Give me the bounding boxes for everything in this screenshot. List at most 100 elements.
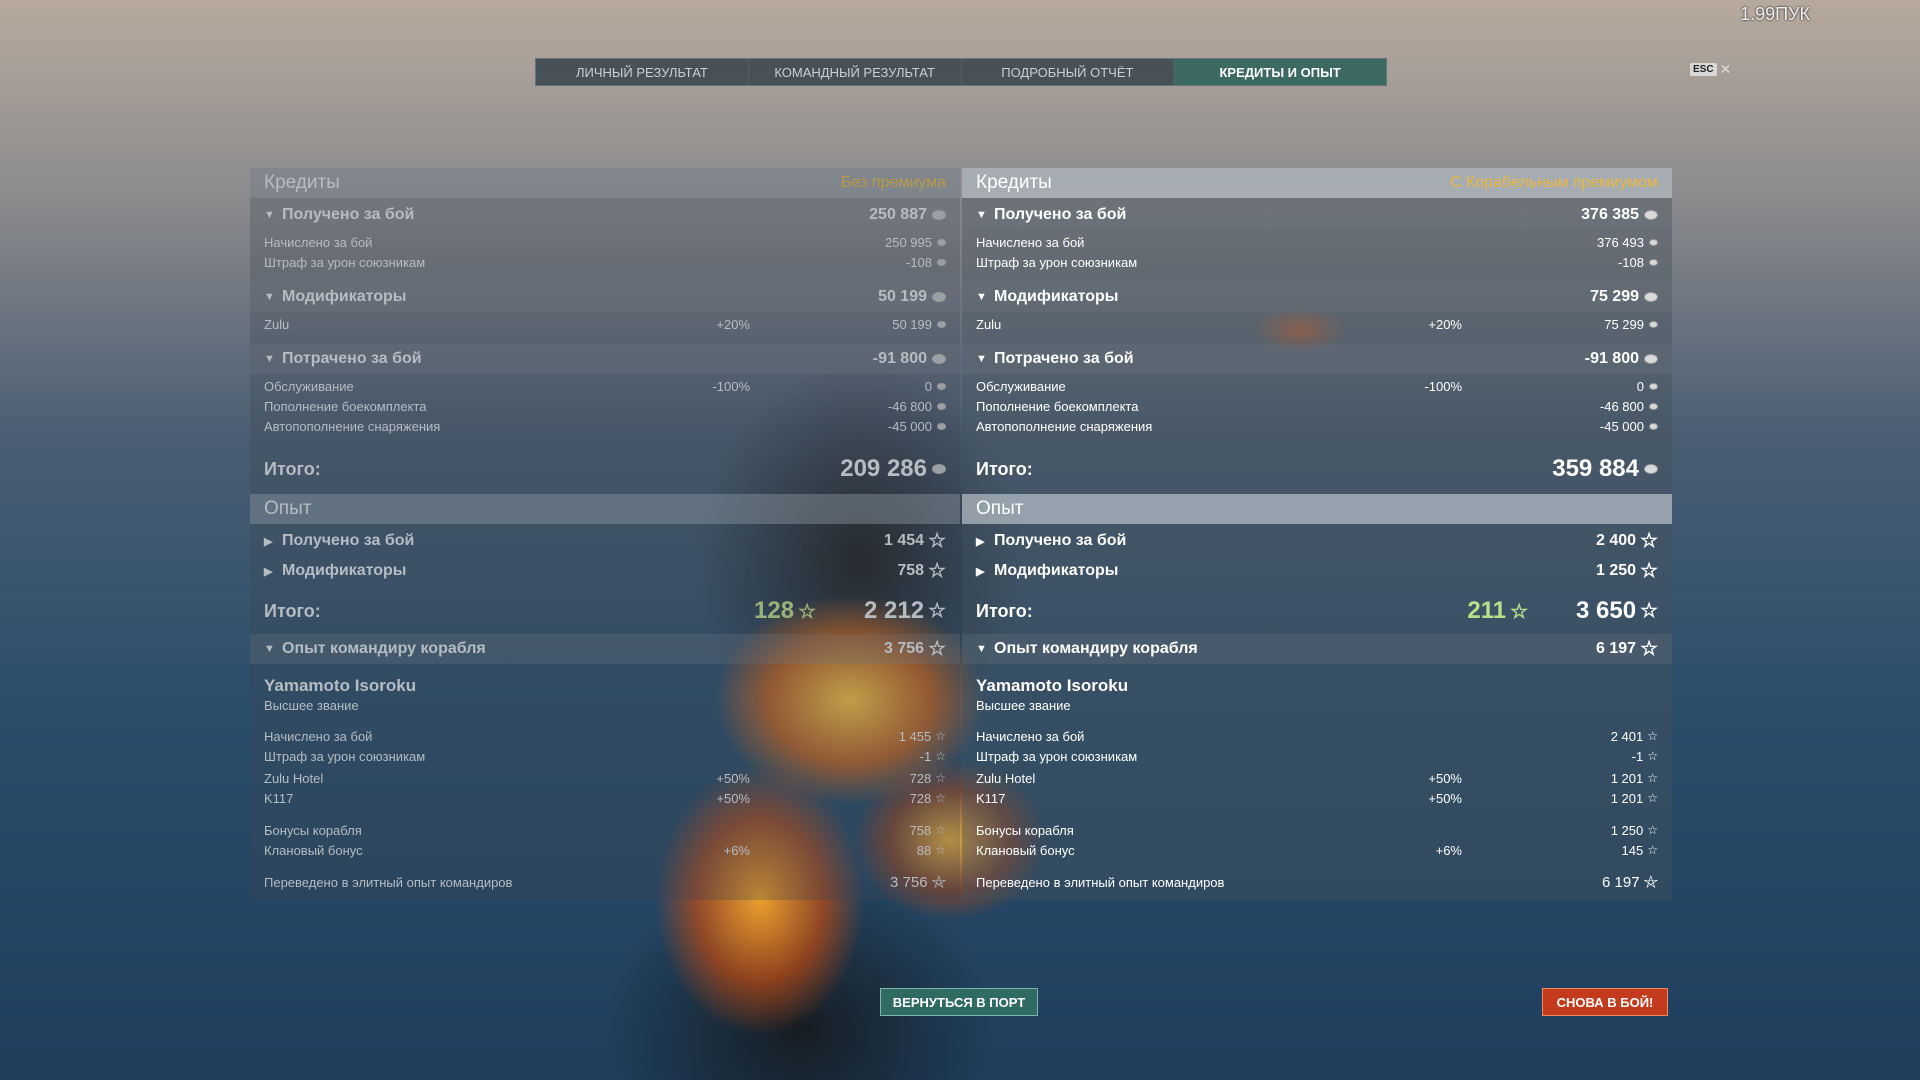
clan-bonus-percent: +6% xyxy=(1435,842,1462,858)
star-icon: ☆ xyxy=(1647,749,1658,763)
k117-percent: +50% xyxy=(716,790,750,806)
service-value: 0 xyxy=(1636,378,1644,394)
k117-label: K117 xyxy=(976,790,1006,806)
fps-counter: 1.99ПУК xyxy=(1740,4,1810,24)
exp-earned-group[interactable]: ▶ Получено за бой 1 454 ☆ xyxy=(250,526,960,556)
ship-bonus-row: Бонусы корабля 758 ☆ xyxy=(250,820,960,840)
credits-header: Кредиты С Корабельным премиумом xyxy=(962,168,1672,198)
exp-total-value: 3 650 xyxy=(1576,597,1637,624)
commander-exp-group[interactable]: ▼ Опыт командиру корабля 3 756 ☆ xyxy=(250,634,960,664)
service-value: 0 xyxy=(924,378,932,394)
zulu-label: Zulu xyxy=(976,316,1002,332)
tab-team-result[interactable]: КОМАНДНЫЙ РЕЗУЛЬТАТ xyxy=(749,59,962,85)
service-label: Обслуживание xyxy=(976,378,1066,394)
exp-total-row: Итого: 211 ☆ 3 650 ☆ xyxy=(962,588,1672,634)
k117-percent: +50% xyxy=(1428,790,1462,806)
k117-label: K117 xyxy=(264,790,294,806)
cmd-accrued-label: Начислено за бой xyxy=(264,728,373,744)
zulu-hotel-row: Zulu Hotel +50% 728 ☆ xyxy=(250,768,960,788)
commander-rank: Высшее звание xyxy=(976,698,1071,713)
tab-detailed-report[interactable]: ПОДРОБНЫЙ ОТЧЁТ xyxy=(962,59,1175,85)
modifiers-group[interactable]: ▼ Модификаторы 50 199 xyxy=(250,282,960,312)
elite-exp-value: 6 197 xyxy=(1602,873,1640,891)
zulu-row: Zulu +20% 50 199 xyxy=(250,314,960,334)
k117-value: 728 xyxy=(909,790,932,806)
clan-bonus-label: Клановый бонус xyxy=(264,842,363,858)
spent-group[interactable]: ▼ Потрачено за бой -91 800 xyxy=(962,344,1672,374)
credit-coin-icon xyxy=(932,292,946,302)
exp-modifiers-group[interactable]: ▶ Модификаторы 758 ☆ xyxy=(250,556,960,586)
battle-again-button[interactable]: СНОВА В БОЙ! xyxy=(1542,988,1668,1016)
collapse-triangle-icon: ▼ xyxy=(976,291,987,303)
cmd-accrued-row: Начислено за бой 2 401 ☆ xyxy=(962,726,1672,746)
ammo-row: Пополнение боекомплекта -46 800 xyxy=(250,396,960,416)
zulu-value: 50 199 xyxy=(892,316,932,332)
clan-bonus-row: Клановый бонус +6% 88 ☆ xyxy=(250,840,960,860)
k117-row: K117 +50% 1 201 ☆ xyxy=(962,788,1672,808)
experience-title: Опыт xyxy=(976,498,1024,519)
collapse-triangle-icon: ▼ xyxy=(264,291,275,303)
credit-coin-icon xyxy=(1644,210,1658,220)
close-button[interactable]: ESC ✕ xyxy=(1690,61,1731,78)
panel-ship-premium: Кредиты С Корабельным премиумом ▼ Получе… xyxy=(962,168,1672,900)
accrued-value: 376 493 xyxy=(1597,234,1644,250)
star-icon: ☆ xyxy=(935,823,946,837)
earned-label: Получено за бой xyxy=(282,206,415,223)
penalty-value: -108 xyxy=(1617,254,1644,270)
tab-personal-result[interactable]: ЛИЧНЫЙ РЕЗУЛЬТАТ xyxy=(536,59,749,85)
ship-bonus-value: 758 xyxy=(909,822,932,838)
exp-earned-group[interactable]: ▶ Получено за бой 2 400 ☆ xyxy=(962,526,1672,556)
collapse-triangle-icon: ▼ xyxy=(264,209,275,221)
star-icon: ☆ xyxy=(1510,601,1528,623)
accrued-value: 250 995 xyxy=(885,234,932,250)
premium-label: С Корабельным премиумом xyxy=(1450,174,1658,191)
exp-earned-label: Получено за бой xyxy=(994,532,1127,549)
credit-coin-icon xyxy=(1649,238,1658,246)
commander-exp-value: 6 197 xyxy=(1596,640,1637,657)
credit-coin-icon xyxy=(1649,258,1658,266)
modifiers-value: 50 199 xyxy=(878,288,927,305)
collapse-triangle-icon: ▼ xyxy=(976,643,987,655)
exp-earned-value: 1 454 xyxy=(884,532,925,549)
supplies-label: Автопополнение снаряжения xyxy=(976,418,1153,434)
star-icon: ☆ xyxy=(928,530,946,552)
penalty-label: Штраф за урон союзникам xyxy=(976,254,1138,270)
credits-title: Кредиты xyxy=(264,172,340,193)
spent-label: Потрачено за бой xyxy=(282,350,422,367)
star-icon: ☆ xyxy=(1647,791,1658,805)
credit-coin-icon xyxy=(932,354,946,364)
experience-header: Опыт xyxy=(250,494,960,524)
ammo-row: Пополнение боекомплекта -46 800 xyxy=(962,396,1672,416)
supplies-row: Автопополнение снаряжения -45 000 xyxy=(962,416,1672,436)
cmd-accrued-row: Начислено за бой 1 455 ☆ xyxy=(250,726,960,746)
tab-credits-and-xp[interactable]: КРЕДИТЫ И ОПЫТ xyxy=(1174,59,1386,85)
star-icon: ☆ xyxy=(928,638,946,660)
ship-bonus-label: Бонусы корабля xyxy=(976,822,1074,838)
credits-header: Кредиты Без премиума xyxy=(250,168,960,198)
clan-bonus-label: Клановый бонус xyxy=(976,842,1075,858)
free-exp-number: 128 xyxy=(754,597,795,624)
exp-modifiers-value: 1 250 xyxy=(1596,562,1637,579)
penalty-label: Штраф за урон союзникам xyxy=(264,254,426,270)
credit-coin-icon xyxy=(937,238,946,246)
cmd-penalty-label: Штраф за урон союзникам xyxy=(264,748,426,764)
credit-total-label: Итого: xyxy=(976,458,1033,479)
cmd-accrued-value: 2 401 xyxy=(1610,728,1644,744)
spent-group[interactable]: ▼ Потрачено за бой -91 800 xyxy=(250,344,960,374)
star-icon: ☆ xyxy=(1640,638,1658,660)
exp-modifiers-group[interactable]: ▶ Модификаторы 1 250 ☆ xyxy=(962,556,1672,586)
accrued-row: Начислено за бой 250 995 xyxy=(250,232,960,252)
earned-group[interactable]: ▼ Получено за бой 376 385 xyxy=(962,200,1672,230)
zulu-percent: +20% xyxy=(716,316,750,332)
earned-group[interactable]: ▼ Получено за бой 250 887 xyxy=(250,200,960,230)
return-to-port-button[interactable]: ВЕРНУТЬСЯ В ПОРТ xyxy=(880,988,1038,1016)
modifiers-group[interactable]: ▼ Модификаторы 75 299 xyxy=(962,282,1672,312)
zulu-hotel-value: 728 xyxy=(909,770,932,786)
elite-exp-row: Переведено в элитный опыт командиров 6 1… xyxy=(962,870,1672,894)
clan-bonus-value: 145 xyxy=(1621,842,1644,858)
collapse-triangle-icon: ▼ xyxy=(976,353,987,365)
star-icon: ☆ xyxy=(1647,771,1658,785)
commander-exp-group[interactable]: ▼ Опыт командиру корабля 6 197 ☆ xyxy=(962,634,1672,664)
ammo-label: Пополнение боекомплекта xyxy=(976,398,1139,414)
cmd-penalty-value: -1 xyxy=(1631,748,1644,764)
